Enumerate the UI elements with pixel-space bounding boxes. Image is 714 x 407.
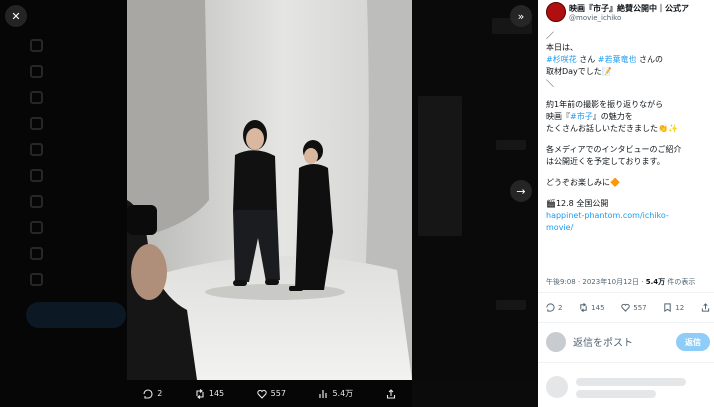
post-text-fragment: 』の魅力を: [592, 112, 633, 121]
dim-nav-item: [30, 114, 43, 132]
media-like-count: 557: [270, 389, 286, 398]
avatar[interactable]: [546, 2, 566, 22]
external-link[interactable]: movie/: [546, 222, 708, 234]
expand-icon: »: [517, 9, 525, 23]
post-text-fragment: 映画『: [546, 112, 570, 121]
views-icon: [319, 389, 328, 398]
dimmed-post-button: [26, 302, 126, 328]
next-media-button[interactable]: →: [510, 180, 532, 202]
dim-nav-item: [30, 218, 43, 236]
post-line: は公開近くを予定しております。: [546, 157, 665, 166]
hashtag-link[interactable]: #市子: [570, 112, 593, 121]
dim-nav-item: [30, 166, 43, 184]
post-photo[interactable]: [127, 0, 412, 380]
post-text-fragment: さん: [576, 55, 598, 64]
media-like-button[interactable]: 557: [256, 389, 286, 399]
media-share-button[interactable]: [386, 388, 396, 399]
bookmark-icon: [664, 303, 672, 312]
dim-nav-item: [30, 88, 43, 106]
dim-nav-item: [30, 62, 43, 80]
post-text-fragment: さんの: [636, 55, 664, 64]
dimmed-timeline: [412, 0, 538, 407]
repost-button[interactable]: 145: [579, 303, 605, 312]
like-icon: [256, 389, 267, 399]
author-handle[interactable]: @movie_ichiko: [569, 14, 621, 22]
post-detail-panel: 映画『市子』絶賛公開中｜公式ア @movie_ichiko ／ 本日は、 #杉咲花 …: [538, 0, 714, 407]
post-line: たくさんお話しいただきました👏✨: [546, 124, 678, 133]
collapse-panel-button[interactable]: »: [510, 5, 532, 27]
media-action-bar: 2 145 557 5.4万: [127, 380, 412, 407]
media-reply-count: 2: [157, 389, 163, 398]
share-icon: [386, 388, 395, 399]
post-meta: 午後9:08 · 2023年10月12日 · 5.4万 件の表示: [546, 277, 695, 287]
divider: [538, 362, 714, 363]
media-repost-count: 145: [208, 389, 225, 398]
close-button[interactable]: ✕: [5, 5, 27, 27]
hashtag-link[interactable]: #若葉竜也: [598, 55, 637, 64]
post-line: 各メディアでのインタビューのご紹介: [546, 145, 682, 154]
next-arrow-icon: →: [516, 184, 526, 198]
post-text: ／本日は、 #杉咲花 さん #若葉竜也 さんの 取材Dayでした📝 ＼ 約1年前の撮影を…: [546, 30, 708, 234]
post-line: 🎬12.8 全国公開: [546, 199, 609, 208]
media-repost-button[interactable]: 145: [195, 388, 225, 399]
post-line: 約1年前の撮影を振り返りながら: [546, 100, 664, 109]
dim-nav-item: [30, 140, 43, 158]
media-reply-button[interactable]: 2: [143, 388, 163, 399]
dim-nav-item: [30, 244, 43, 262]
post-header: 映画『市子』絶賛公開中｜公式ア @movie_ichiko: [546, 2, 708, 24]
dimmed-nav-sidebar: [30, 0, 120, 407]
reply-icon: [143, 388, 153, 399]
divider: [538, 292, 714, 293]
media-views-button[interactable]: 5.4万: [318, 388, 353, 399]
share-icon: [701, 303, 710, 312]
view-count: 5.4万: [645, 278, 666, 286]
bookmark-count: 12: [675, 303, 685, 312]
post-line: ＼: [546, 79, 554, 88]
external-link[interactable]: happinet-phantom.com/ichiko-: [546, 210, 708, 222]
media-views-count: 5.4万: [332, 389, 354, 398]
like-button[interactable]: 557: [621, 303, 647, 312]
repost-count: 145: [591, 303, 605, 312]
post-line: #杉咲花 さん #若葉竜也 さんの: [546, 54, 708, 66]
post-timestamp[interactable]: 午後9:08 · 2023年10月12日 ·: [546, 278, 646, 286]
reply-composer: 返信をポスト 返信: [546, 331, 710, 355]
reply-input[interactable]: 返信をポスト: [573, 334, 633, 349]
view-count-suffix: 件の表示: [665, 278, 696, 286]
like-icon: [621, 303, 630, 312]
dim-nav-item: [30, 36, 43, 54]
reply-button[interactable]: 2: [546, 303, 562, 312]
post-line: ／: [546, 31, 554, 40]
dim-nav-item: [30, 270, 43, 288]
post-line: 映画『#市子』の魅力を: [546, 111, 708, 123]
bookmark-button[interactable]: 12: [663, 303, 684, 312]
like-count: 557: [633, 303, 647, 312]
reply-submit-button[interactable]: 返信: [676, 333, 710, 351]
share-button[interactable]: [701, 303, 710, 312]
avatar: [546, 332, 566, 352]
repost-icon: [196, 388, 204, 399]
divider: [538, 322, 714, 323]
reply-icon: [546, 303, 555, 312]
repost-icon: [580, 303, 587, 312]
reply-count: 2: [558, 303, 563, 312]
post-actions: 2 145 557 12: [546, 303, 710, 312]
post-line: 本日は、: [546, 43, 578, 52]
close-icon: ✕: [11, 9, 21, 23]
hashtag-link[interactable]: #杉咲花: [546, 55, 577, 64]
post-line: どうぞお楽しみに🔶: [546, 178, 620, 187]
author-name[interactable]: 映画『市子』絶賛公開中｜公式ア: [569, 3, 708, 14]
dim-nav-item: [30, 192, 43, 210]
post-line: 取材Dayでした📝: [546, 67, 612, 76]
blurred-reply: [546, 372, 706, 400]
